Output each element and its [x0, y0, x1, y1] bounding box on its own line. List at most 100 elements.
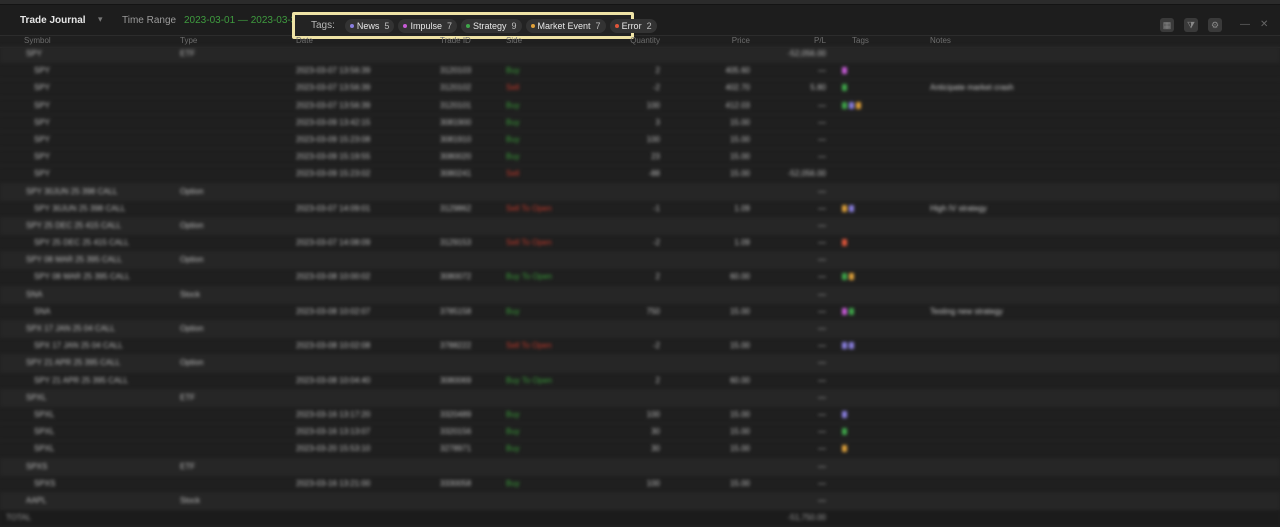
tag-chip-strategy[interactable]: Strategy 9 [460, 18, 522, 33]
pl-cell: — [818, 220, 826, 230]
type-cell: ETF [180, 461, 196, 471]
tag-swatch [842, 342, 847, 350]
tag-chip-error[interactable]: Error 2 [609, 18, 657, 33]
group-row[interactable]: SPY 30JUN 25 398 CALL Option — [0, 183, 1280, 201]
group-row[interactable]: AAPL Stock — [0, 492, 1280, 511]
tags-cell[interactable] [842, 204, 854, 212]
tag-swatch [842, 204, 847, 212]
page-title: Trade Journal [20, 15, 86, 26]
tags-cell[interactable] [842, 67, 847, 75]
tag-swatch [842, 84, 847, 92]
group-row[interactable]: SPXS ETF — [0, 458, 1280, 476]
tag-swatch [842, 445, 847, 453]
table-row[interactable]: SPXL 2023-03-16 13:17:20 3320489 Buy 100 15.0… [0, 407, 1280, 425]
side-cell: Buy [506, 66, 520, 76]
group-row[interactable]: SPX 17 JAN 25 04 CALL Option — [0, 321, 1280, 339]
tags-label: Tags: [311, 20, 335, 31]
table-row[interactable]: SPXL 2023-03-16 13:13:07 3320156 Buy 30 15.00… [0, 424, 1280, 442]
table-row[interactable]: SPY 2023-03-07 13:56:39 3120103 Buy 2 405.60 — [0, 63, 1280, 81]
table-row[interactable]: SPY 25 DEC 25 415 CALL 2023-03-07 14:08:0… [0, 235, 1280, 253]
total-row: TOTAL -51,750.00 [0, 510, 1280, 527]
column-header[interactable]: Trade ID [440, 36, 471, 45]
pl-cell: — [818, 134, 826, 144]
pl-cell: 5.80 [810, 83, 826, 93]
tags-cell[interactable] [842, 273, 854, 281]
trade-id-cell: 3080241 [440, 169, 472, 179]
column-header[interactable]: Symbol [24, 36, 51, 45]
column-header[interactable]: Notes [930, 36, 951, 45]
tag-chip-impulse[interactable]: Impulse 7 [398, 18, 457, 33]
pl-cell: — [818, 444, 826, 454]
table-row[interactable]: SPX 17 JAN 25 04 CALL 2023-03-08 10:02:08… [0, 338, 1280, 356]
type-cell: Option [180, 358, 204, 368]
table-row[interactable]: SPY 08 MAR 25 395 CALL 2023-03-08 10:00:0… [0, 269, 1280, 287]
tags-cell[interactable] [842, 84, 847, 92]
symbol-cell: SPY [34, 169, 51, 179]
chevron-down-icon[interactable]: ▾ [98, 14, 103, 25]
trade-id-cell: 3129153 [440, 238, 472, 248]
pl-cell: — [818, 255, 826, 265]
table-row[interactable]: SPY 2023-03-09 15:23:08 3081910 Buy 100 15.00… [0, 132, 1280, 150]
tag-chip-market-event[interactable]: Market Event 7 [525, 18, 606, 33]
group-row[interactable]: SPY ETF -52,056.00 [0, 46, 1280, 64]
tag-name: News [356, 20, 380, 31]
settings-icon[interactable]: ⚙ [1208, 18, 1222, 32]
price-cell: 15.00 [729, 341, 750, 351]
side-cell: Buy [506, 427, 520, 437]
tags-cell[interactable] [842, 428, 847, 436]
column-header[interactable]: Price [732, 36, 750, 45]
tags-cell[interactable] [842, 307, 854, 315]
grid-icon[interactable]: ▦ [1160, 18, 1174, 32]
note-cell: Testing new strategy [930, 306, 1003, 316]
table-row[interactable]: SPY 21 APR 25 395 CALL 2023-03-08 10:04:4… [0, 373, 1280, 390]
column-header[interactable]: Type [180, 36, 197, 45]
tag-dot-icon [465, 23, 470, 28]
tags-cell[interactable] [842, 410, 847, 418]
group-row[interactable]: SPXL ETF — [0, 389, 1280, 407]
trade-id-cell: 3080069 [440, 375, 472, 385]
minimize-icon[interactable]: — [1240, 19, 1250, 30]
symbol-cell: SPY 21 APR 25 395 CALL [34, 375, 129, 385]
table-row[interactable]: SPY 2023-03-09 15:23:02 3080241 Sell -88 15.0… [0, 166, 1280, 184]
close-icon[interactable]: ✕ [1260, 19, 1268, 30]
table-row[interactable]: SNA 2023-03-08 10:02:07 3785158 Buy 750 15.00… [0, 304, 1280, 321]
tag-chip-news[interactable]: News 5 [344, 18, 395, 33]
type-cell: ETF [180, 392, 196, 402]
symbol-cell: SNA [34, 306, 51, 316]
column-header[interactable]: P/L [814, 36, 826, 45]
type-cell: Option [180, 255, 204, 265]
price-cell: 15.00 [729, 306, 750, 316]
tags-cell[interactable] [842, 239, 847, 247]
table-row[interactable]: SPY 2023-03-09 15:19:55 3080020 Buy 23 15.00 — [0, 149, 1280, 167]
group-row[interactable]: SPY 25 DEC 25 415 CALL Option — [0, 217, 1280, 236]
table-row[interactable]: SPY 2023-03-07 13:56:39 3120102 Sell -2 402.7… [0, 80, 1280, 98]
date-cell: 2023-03-20 15:53:10 [296, 444, 371, 454]
quantity-cell: -2 [652, 238, 660, 248]
pl-cell: — [818, 100, 826, 110]
tag-count: 2 [646, 20, 652, 31]
group-row[interactable]: SPY 08 MAR 25 395 CALL Option — [0, 252, 1280, 270]
column-header[interactable]: Quantity [630, 36, 660, 45]
column-header[interactable]: Side [506, 36, 522, 45]
table-row[interactable]: SPY 2023-03-09 13:42:15 3081900 Buy 3 15.00 — [0, 115, 1280, 132]
column-header[interactable]: Tags [852, 36, 869, 45]
table-row[interactable]: SPY 30JUN 25 398 CALL 2023-03-07 14:09:01… [0, 201, 1280, 218]
tag-count: 9 [511, 20, 517, 31]
tag-name: Error [621, 20, 642, 31]
column-header[interactable]: Date [296, 36, 313, 45]
group-row[interactable]: SNA Stock — [0, 286, 1280, 304]
date-cell: 2023-03-16 13:13:07 [296, 427, 371, 437]
filter-icon[interactable]: ⧩ [1184, 18, 1198, 32]
table-row[interactable]: SPXS 2023-03-16 13:21:00 3330058 Buy 100 15.0… [0, 476, 1280, 493]
time-range-value[interactable]: 2023-03-01 — 2023-03-31 [184, 15, 302, 26]
table-row[interactable]: SPY 2023-03-07 13:56:39 3120101 Buy 100 412.0… [0, 98, 1280, 115]
tags-cell[interactable] [842, 342, 854, 350]
tag-swatch [842, 101, 847, 109]
symbol-cell: SPY [26, 49, 43, 58]
table-row[interactable]: SPXL 2023-03-20 15:53:10 3278971 Buy 30 15.00… [0, 441, 1280, 459]
tags-cell[interactable] [842, 101, 861, 109]
group-row[interactable]: SPY 21 APR 25 395 CALL Option — [0, 355, 1280, 373]
tags-cell[interactable] [842, 445, 847, 453]
tag-swatch [849, 342, 854, 350]
tag-swatch [842, 273, 847, 281]
